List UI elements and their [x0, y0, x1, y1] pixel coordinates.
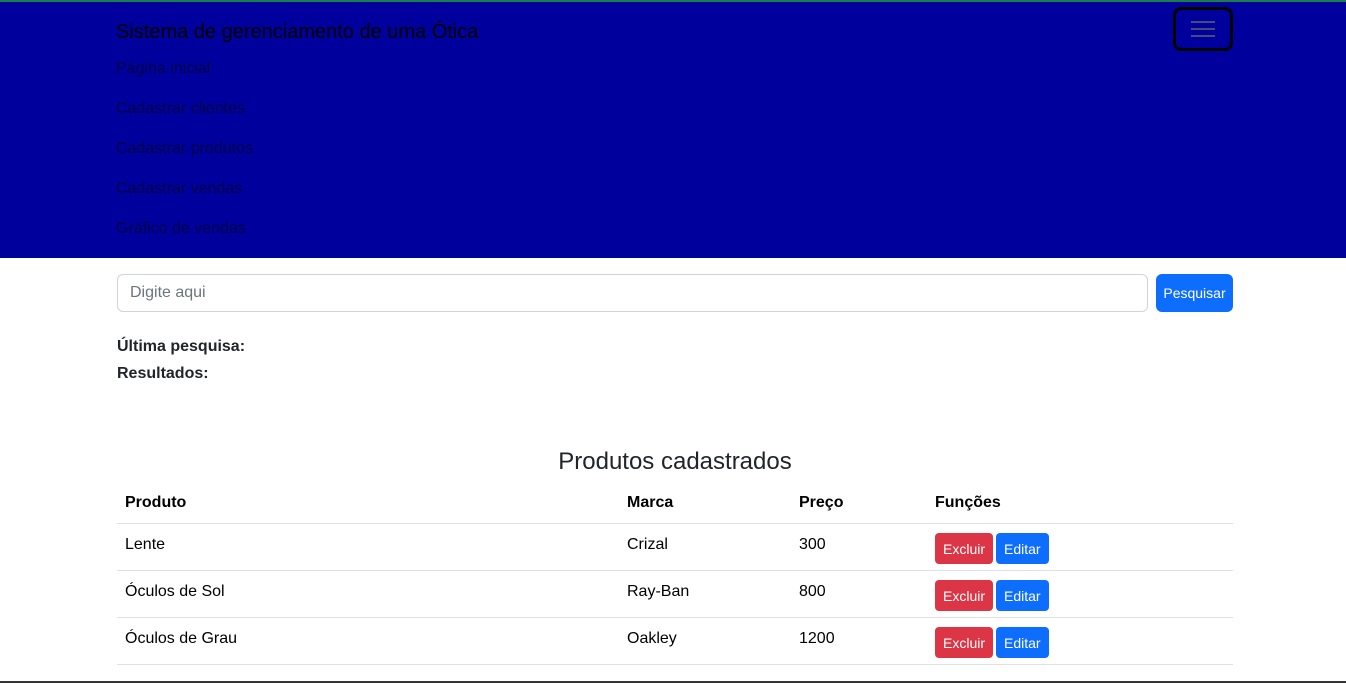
cell-preco: 1200	[791, 617, 927, 665]
edit-button[interactable]: Editar	[996, 533, 1049, 564]
search-input[interactable]	[117, 274, 1148, 312]
cell-marca: Crizal	[619, 523, 791, 571]
delete-button[interactable]: Excluir	[935, 627, 994, 658]
hamburger-icon-line	[1191, 28, 1215, 30]
edit-button[interactable]: Editar	[996, 627, 1049, 658]
products-table-title: Produtos cadastrados	[558, 448, 792, 475]
cell-marca: Ray-Ban	[619, 570, 791, 618]
cell-funcoes: Excluir Editar	[927, 570, 1233, 618]
cell-funcoes: Excluir Editar	[927, 523, 1233, 571]
results-label: Resultados:	[117, 365, 209, 382]
nav-item-cadastrar-vendas[interactable]: Cadastrar vendas	[116, 180, 242, 198]
products-table: Produto Marca Preço Funções Lente Crizal…	[117, 483, 1233, 665]
navbar-brand[interactable]: Sistema de gerenciamento de uma Ótica	[116, 21, 478, 44]
cell-marca: Oakley	[619, 617, 791, 665]
delete-button[interactable]: Excluir	[935, 533, 994, 564]
column-header-produto: Produto	[117, 483, 619, 524]
nav-item-grafico-de-vendas[interactable]: Gráfico de vendas	[116, 220, 246, 238]
table-header-row: Produto Marca Preço Funções	[117, 483, 1233, 524]
cell-preco: 800	[791, 570, 927, 618]
cell-preco: 300	[791, 523, 927, 571]
search-button[interactable]: Pesquisar	[1156, 274, 1233, 312]
nav-item-cadastrar-produtos[interactable]: Cadastrar produtos	[116, 140, 253, 158]
hamburger-icon-line	[1191, 35, 1215, 37]
column-header-preco: Preço	[791, 483, 927, 524]
table-row: Óculos de Sol Ray-Ban 800 Excluir Editar	[117, 570, 1233, 618]
edit-button[interactable]: Editar	[996, 580, 1049, 611]
cell-funcoes: Excluir Editar	[927, 617, 1233, 665]
cell-produto: Lente	[117, 523, 619, 571]
column-header-marca: Marca	[619, 483, 791, 524]
nav-item-cadastrar-clientes[interactable]: Cadastrar clientes	[116, 100, 245, 118]
cell-produto: Óculos de Sol	[117, 570, 619, 618]
last-search-label: Última pesquisa:	[117, 338, 246, 355]
column-header-funcoes: Funções	[927, 483, 1233, 524]
navbar: Sistema de gerenciamento de uma Ótica Pá…	[0, 2, 1346, 258]
nav-item-pagina-inicial[interactable]: Página inicial	[116, 60, 210, 78]
table-row: Lente Crizal 300 Excluir Editar	[117, 523, 1233, 571]
delete-button[interactable]: Excluir	[935, 580, 994, 611]
hamburger-icon	[1191, 21, 1215, 23]
table-row: Óculos de Grau Oakley 1200 Excluir Editar	[117, 617, 1233, 665]
navbar-toggler-button[interactable]	[1173, 7, 1233, 51]
cell-produto: Óculos de Grau	[117, 617, 619, 665]
